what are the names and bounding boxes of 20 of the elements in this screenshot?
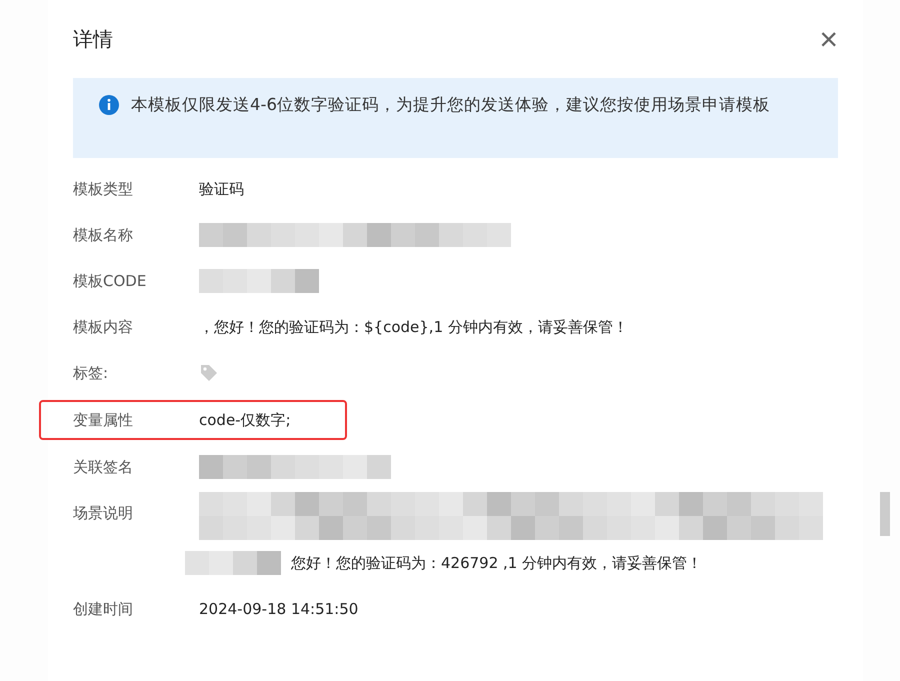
field-label: 变量属性 xyxy=(73,410,134,431)
info-icon xyxy=(99,95,119,115)
field-label: 模板类型 xyxy=(73,179,134,200)
field-value: code-仅数字; xyxy=(199,410,291,431)
field-label: 模板名称 xyxy=(73,225,134,246)
field-value: 您好！您的验证码为：426792 ,1 分钟内有效，请妥善保管！ xyxy=(291,553,702,574)
field-value: 验证码 xyxy=(199,179,244,200)
close-button[interactable]: × xyxy=(819,23,838,55)
field-label: 场景说明 xyxy=(73,503,134,524)
field-label: 创建时间 xyxy=(73,599,134,620)
field-value: 2024-09-18 14:51:50 xyxy=(199,599,358,620)
scrollbar-thumb[interactable] xyxy=(880,492,890,536)
field-label: 标签: xyxy=(73,363,110,384)
tag-icon xyxy=(199,363,219,383)
field-label: 模板CODE xyxy=(73,271,148,292)
notice-text: 本模板仅限发送4-6位数字验证码，为提升您的发送体验，建议您按使用场景申请模板 xyxy=(131,94,770,116)
field-label: 关联签名 xyxy=(73,457,134,478)
field-label: 模板内容 xyxy=(73,317,134,338)
field-value: ，您好！您的验证码为：${code},1 分钟内有效，请妥善保管！ xyxy=(199,317,628,338)
dialog-title: 详情 xyxy=(73,26,113,52)
